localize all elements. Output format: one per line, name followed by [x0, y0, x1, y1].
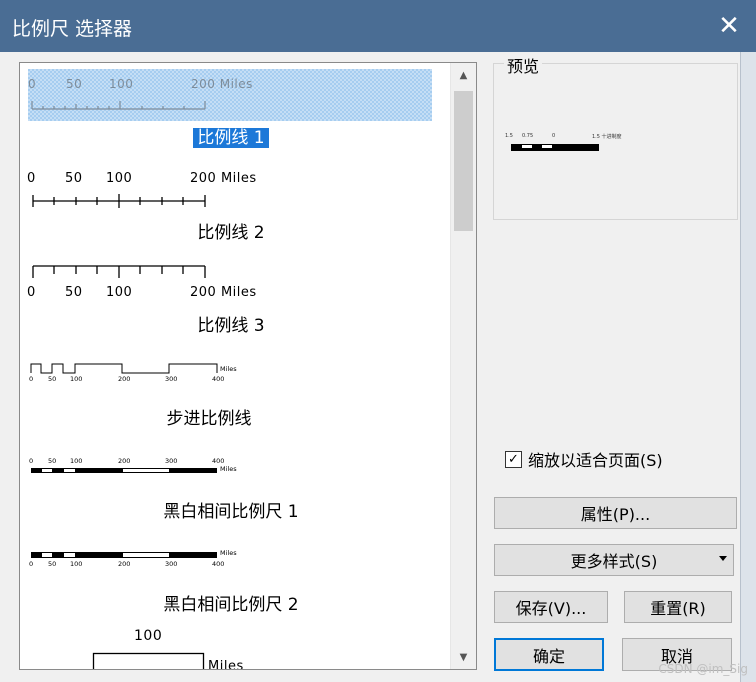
chevron-down-icon: ▼ — [459, 651, 468, 663]
tick-label: 100 — [70, 375, 83, 383]
scale-bar-graphic — [92, 652, 205, 669]
unit-label: Miles — [220, 465, 237, 473]
item-label: 黑白相间比例尺 2 — [163, 595, 299, 615]
tick-label: 100 — [70, 560, 83, 568]
item-label: 比例线 2 — [197, 223, 265, 243]
fit-page-option[interactable]: ✓ 缩放以适合页面(S) — [505, 447, 663, 471]
background-window-edge — [740, 52, 756, 682]
scroll-down-button[interactable]: ▼ — [451, 645, 476, 669]
item-label: 黑白相间比例尺 1 — [163, 502, 299, 522]
tick-label: 0 — [27, 171, 36, 186]
close-button[interactable]: ✕ — [708, 6, 750, 46]
item-label: 比例线 1 — [28, 123, 434, 148]
window-title: 比例尺 选择器 — [12, 18, 133, 40]
checkmark-icon: ✓ — [508, 451, 519, 467]
tick-label: 200 Miles — [191, 77, 253, 91]
scroll-up-button[interactable]: ▲ — [451, 63, 476, 87]
unit-label: Miles — [220, 365, 237, 373]
tick-label: 200 — [118, 457, 131, 465]
tick-label: 50 — [65, 171, 83, 186]
tick-label: 0 — [29, 375, 34, 383]
preview-tick-label: 1.5 — [505, 133, 513, 139]
ok-button-label: 确定 — [532, 646, 565, 666]
tick-label: 200 — [118, 375, 131, 383]
tick-label: 200 Miles — [190, 285, 257, 300]
tick-label: 300 — [165, 375, 178, 383]
dropdown-arrow-icon — [719, 556, 727, 561]
properties-button-label: 属性(P)... — [580, 505, 651, 524]
unit-label: Miles — [220, 549, 237, 557]
tick-label: 300 — [165, 560, 178, 568]
scalebar-style-list[interactable]: 0 50 100 200 Miles 比例线 1 0 50 100 200 Mi… — [19, 62, 477, 670]
chevron-up-icon: ▲ — [459, 69, 468, 81]
save-button[interactable]: 保存(V)... — [494, 591, 608, 623]
preview-tick-label: 0.75 — [522, 133, 534, 139]
preview-panel: 1.5 0.75 0 1.5 十进制度 — [493, 63, 738, 220]
ok-button[interactable]: 确定 — [494, 638, 604, 671]
unit-label: Miles — [208, 659, 244, 670]
save-button-label: 保存(V)... — [515, 599, 587, 618]
item-label: 步进比例线 — [166, 409, 252, 429]
tick-label: 100 — [70, 457, 83, 465]
tick-label: 50 — [65, 285, 83, 300]
list-scrollbar[interactable]: ▲ ▼ — [450, 63, 476, 669]
fit-page-label: 缩放以适合页面(S) — [528, 451, 663, 470]
more-styles-dropdown[interactable]: 更多样式(S) — [494, 544, 734, 576]
scale-line-graphic — [30, 363, 218, 374]
preview-title: 预览 — [504, 53, 543, 77]
preview-tick-label: 0 — [552, 133, 556, 139]
scale-bar-graphic — [31, 552, 217, 558]
scroll-thumb[interactable] — [454, 91, 473, 231]
tick-label: 50 — [48, 457, 57, 465]
title-bar: 比例尺 选择器 ✕ — [0, 0, 756, 52]
scale-line-graphic — [32, 265, 206, 278]
preview-tick-label: 1.5 十进制度 — [592, 134, 622, 140]
properties-button[interactable]: 属性(P)... — [494, 497, 737, 529]
tick-label: 400 — [212, 375, 225, 383]
reset-button[interactable]: 重置(R) — [624, 591, 732, 623]
scale-bar-graphic — [31, 468, 217, 473]
tick-label: 100 — [106, 171, 133, 186]
reset-button-label: 重置(R) — [650, 599, 706, 618]
scale-line-graphic — [32, 194, 206, 208]
tick-label: 100 — [134, 628, 163, 644]
more-styles-label: 更多样式(S) — [570, 552, 658, 571]
tick-label: 200 — [118, 560, 131, 568]
tick-label: 50 — [66, 77, 83, 91]
tick-label: 50 — [48, 375, 57, 383]
tick-label: 0 — [29, 560, 34, 568]
scale-line-graphic — [31, 101, 206, 110]
tick-label: 400 — [212, 560, 225, 568]
fit-page-checkbox[interactable]: ✓ — [505, 450, 522, 468]
tick-label: 50 — [48, 560, 57, 568]
tick-label: 100 — [109, 77, 134, 91]
tick-label: 100 — [106, 285, 133, 300]
tick-label: 0 — [29, 457, 34, 465]
tick-label: 0 — [27, 285, 36, 300]
item-label: 比例线 3 — [197, 316, 265, 336]
tick-label: 0 — [28, 77, 37, 91]
tick-label: 400 — [212, 457, 225, 465]
preview-scale-bar — [511, 144, 599, 151]
close-icon: ✕ — [718, 11, 740, 41]
tick-label: 200 Miles — [190, 171, 257, 186]
watermark: CSDN @im_Sig — [658, 662, 748, 676]
tick-label: 300 — [165, 457, 178, 465]
